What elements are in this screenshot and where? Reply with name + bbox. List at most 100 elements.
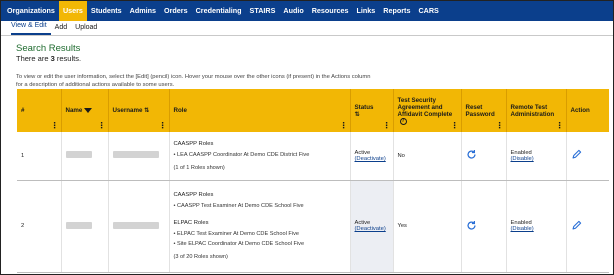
roles-shown-count: (1 of 1 Roles shown) <box>173 164 225 171</box>
cell-action <box>566 132 609 181</box>
column-menu-icon[interactable]: ⋮ <box>340 122 348 130</box>
subnav-view-edit[interactable]: View & Edit <box>11 21 51 35</box>
nav-audio[interactable]: Audio <box>279 1 307 21</box>
role-item: CAASPP Test Examiner At Demo CDE School … <box>174 203 346 209</box>
column-menu-icon[interactable]: ⋮ <box>51 122 59 130</box>
nav-stairs[interactable]: STAIRS <box>246 1 280 21</box>
results-count: There are 3 results. <box>16 54 81 63</box>
refresh-icon[interactable] <box>466 220 477 231</box>
column-menu-icon[interactable]: ⋮ <box>98 122 106 130</box>
nav-students[interactable]: Students <box>87 1 126 21</box>
col-header-name-label: Name <box>65 107 83 114</box>
cell-name <box>61 180 109 273</box>
top-navigation: Organizations Users Students Admins Orde… <box>1 1 613 21</box>
col-header-action-label: Action <box>570 107 590 114</box>
table-row: 2 CAASPP Roles CAASPP Test Examiner At D… <box>17 180 609 273</box>
pencil-icon[interactable] <box>571 220 582 231</box>
nav-reports[interactable]: Reports <box>379 1 414 21</box>
role-group-title: ELPAC Roles <box>173 220 209 226</box>
sort-updown-icon: ⇅ <box>354 110 360 118</box>
cell-status: Active (Deactivate) <box>350 132 394 181</box>
col-header-role-label: Role <box>173 107 187 114</box>
deactivate-link[interactable]: (Deactivate) <box>355 156 389 162</box>
role-list: LEA CAASPP Coordinator At Demo CDE Distr… <box>174 152 346 158</box>
col-header-reset-label: Reset Password <box>465 103 495 118</box>
cell-username <box>108 180 170 273</box>
cell-roles: CAASPP Roles LEA CAASPP Coordinator At D… <box>169 132 351 181</box>
subnav-add[interactable]: Add <box>55 23 71 35</box>
users-table: # ⋮ Name ⋮ Username ⇅ ⋮ Role ⋮ Status ⇅ ⋮ Test… <box>17 89 609 273</box>
redacted-username <box>112 151 159 159</box>
column-menu-icon[interactable]: ⋮ <box>159 122 167 130</box>
results-count-suffix: results. <box>54 54 82 63</box>
col-header-username[interactable]: Username ⇅ ⋮ <box>108 89 170 132</box>
col-header-reset: Reset Password ⋮ <box>461 89 507 132</box>
cell-remote: Enabled (Disable) <box>506 132 567 181</box>
col-header-num-label: # <box>21 107 25 114</box>
cell-remote: Enabled (Disable) <box>506 180 567 273</box>
cell-tsa: No <box>393 132 462 181</box>
role-list: ELPAC Test Examiner At Demo CDE School F… <box>174 231 346 247</box>
cell-num: 2 <box>17 180 62 273</box>
instructions-text: To view or edit the user information, se… <box>16 74 371 88</box>
col-header-num: # ⋮ <box>17 89 62 132</box>
table-row: 1 CAASPP Roles LEA CAASPP Coordinator At… <box>17 132 609 181</box>
role-item: ELPAC Test Examiner At Demo CDE School F… <box>174 231 346 237</box>
nav-orders[interactable]: Orders <box>160 1 192 21</box>
sort-down-icon <box>84 107 93 113</box>
app-window: Organizations Users Students Admins Orde… <box>0 0 614 275</box>
col-header-username-label: Username <box>112 107 143 114</box>
cell-reset <box>461 180 507 273</box>
column-menu-icon[interactable]: ⋮ <box>556 122 564 130</box>
cell-reset <box>461 132 507 181</box>
role-item: LEA CAASPP Coordinator At Demo CDE Distr… <box>174 152 346 158</box>
subnav-upload[interactable]: Upload <box>75 23 101 35</box>
nav-cars[interactable]: CARS <box>414 1 442 21</box>
col-header-name[interactable]: Name ⋮ <box>61 89 109 132</box>
cell-username <box>108 132 170 181</box>
nav-resources[interactable]: Resources <box>308 1 353 21</box>
redacted-name <box>65 151 92 159</box>
cell-roles: CAASPP Roles CAASPP Test Examiner At Dem… <box>169 180 351 273</box>
page-title: Search Results <box>16 43 81 54</box>
nav-admins[interactable]: Admins <box>126 1 160 21</box>
role-group-spacer <box>174 213 346 220</box>
col-header-remote: Remote Test Administration ⋮ <box>506 89 567 132</box>
disable-link[interactable]: (Disable) <box>511 156 562 162</box>
cell-tsa: Yes <box>393 180 462 273</box>
cell-action <box>566 180 609 273</box>
nav-credentialing[interactable]: Credentialing <box>192 1 246 21</box>
sub-navigation: View & Edit Add Upload <box>1 21 613 36</box>
col-header-action: Action <box>566 89 609 132</box>
disable-link[interactable]: (Disable) <box>511 226 562 232</box>
help-circle-icon[interactable]: ? <box>399 117 407 125</box>
role-group-title: CAASPP Roles <box>173 140 214 147</box>
redacted-name <box>65 221 92 229</box>
cell-name <box>61 132 109 181</box>
cell-status: Active (Deactivate) <box>350 180 394 273</box>
redacted-username <box>112 221 159 229</box>
pencil-icon[interactable] <box>571 149 582 160</box>
col-header-tsa-label: Test Security Agreement and Affidavit Co… <box>397 96 453 118</box>
nav-links[interactable]: Links <box>353 1 380 21</box>
col-header-status[interactable]: Status ⇅ ⋮ <box>350 89 394 132</box>
cell-num: 1 <box>17 132 62 181</box>
role-item: Site ELPAC Coordinator At Demo CDE Schoo… <box>174 241 346 247</box>
results-count-prefix: There are <box>16 54 51 63</box>
nav-users[interactable]: Users <box>58 1 87 21</box>
role-group-title: CAASPP Roles <box>173 192 214 198</box>
col-header-status-label: Status <box>354 103 374 111</box>
col-header-tsa: Test Security Agreement and Affidavit Co… <box>393 89 462 132</box>
column-menu-icon[interactable]: ⋮ <box>383 122 391 130</box>
col-header-role: Role ⋮ <box>169 89 351 132</box>
deactivate-link[interactable]: (Deactivate) <box>355 226 389 232</box>
roles-shown-count: (3 of 20 Roles shown) <box>173 254 228 260</box>
sort-updown-icon: ⇅ <box>144 107 150 114</box>
table-header-row: # ⋮ Name ⋮ Username ⇅ ⋮ Role ⋮ Status ⇅ ⋮ Test… <box>17 89 609 132</box>
column-menu-icon[interactable]: ⋮ <box>451 122 459 130</box>
role-list: CAASPP Test Examiner At Demo CDE School … <box>174 203 346 209</box>
column-menu-icon[interactable]: ⋮ <box>496 122 504 130</box>
refresh-icon[interactable] <box>466 149 477 160</box>
col-header-remote-label: Remote Test Administration <box>510 103 555 118</box>
nav-organizations[interactable]: Organizations <box>3 1 59 21</box>
